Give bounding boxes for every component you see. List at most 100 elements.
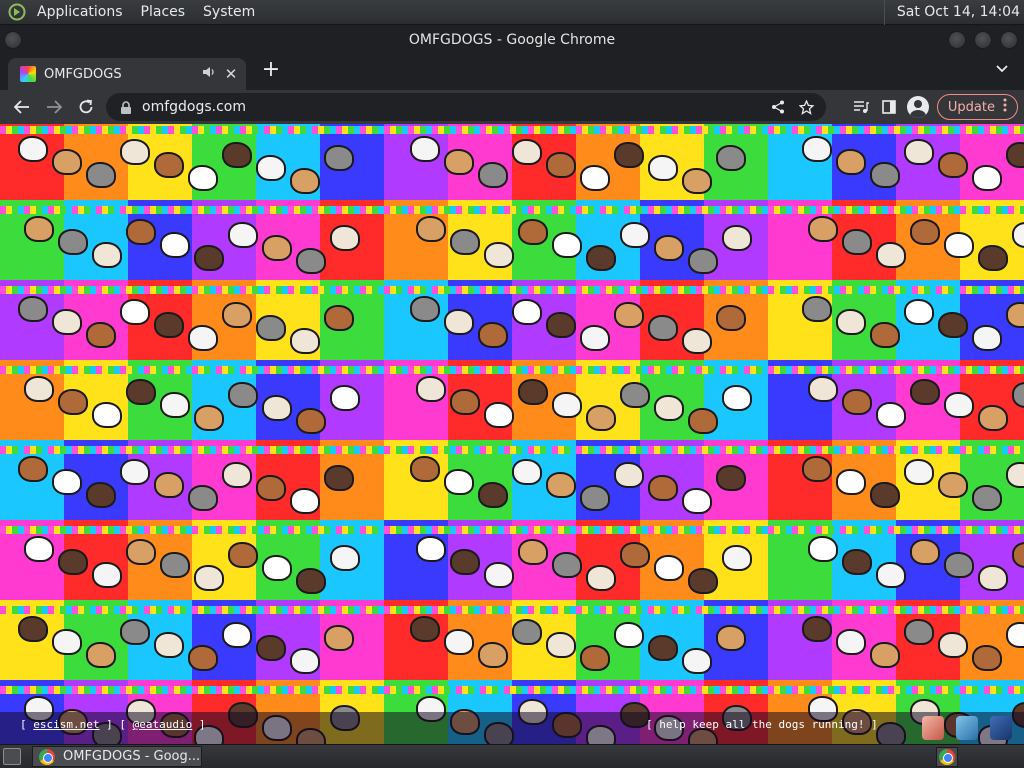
pixel-dog	[518, 219, 548, 245]
pixel-dog	[262, 555, 292, 581]
pixel-dog	[722, 545, 752, 571]
maximize-button[interactable]	[974, 31, 992, 49]
pixel-dog	[478, 322, 508, 348]
pixel-dog	[290, 488, 320, 514]
pixel-dog	[648, 635, 678, 661]
pixel-dog	[58, 229, 88, 255]
update-button[interactable]: Update	[936, 94, 1018, 120]
more-menu-icon[interactable]	[1003, 98, 1007, 116]
show-desktop-icon[interactable]	[3, 748, 21, 765]
bookmark-star-icon[interactable]	[792, 93, 820, 121]
pixel-dog	[154, 152, 184, 178]
pixel-dog	[904, 139, 934, 165]
pixel-dog	[228, 222, 258, 248]
pixel-dog	[290, 648, 320, 674]
pixel-dog	[688, 568, 718, 594]
menu-places[interactable]: Places	[132, 0, 195, 25]
close-tab-icon[interactable]: ✕	[220, 65, 242, 83]
pixel-dog	[836, 469, 866, 495]
pixel-dog	[842, 389, 872, 415]
profile-avatar-icon[interactable]	[906, 96, 929, 118]
lock-icon[interactable]	[120, 100, 134, 114]
pixel-dog	[938, 152, 968, 178]
pixel-dog	[256, 155, 286, 181]
forward-button[interactable]	[40, 93, 68, 121]
pixel-dog	[586, 245, 616, 271]
pixel-dog	[876, 242, 906, 268]
pixel-dog	[324, 145, 354, 171]
distro-logo-icon[interactable]	[6, 1, 28, 23]
pixel-dog	[222, 462, 252, 488]
dogs-text-band	[0, 206, 1024, 214]
dogs-text-band	[0, 286, 1024, 294]
reload-button[interactable]	[72, 93, 100, 121]
pixel-dog	[716, 305, 746, 331]
pixel-dog	[580, 325, 610, 351]
taskbar-chrome-window[interactable]: OMFGDOGS - Goog...	[32, 746, 202, 767]
url-text[interactable]: omfgdogs.com	[142, 99, 246, 115]
pixel-dog	[648, 155, 678, 181]
pixel-dog	[160, 392, 190, 418]
pixel-dog	[944, 392, 974, 418]
pixel-dog	[716, 145, 746, 171]
menu-applications[interactable]: Applications	[28, 0, 132, 25]
pixel-dog	[92, 242, 122, 268]
menu-system[interactable]: System	[194, 0, 264, 25]
new-tab-button[interactable]: +	[258, 58, 284, 84]
tray-chrome-icon[interactable]	[936, 747, 958, 767]
escism-link[interactable]: escism.net	[33, 718, 99, 731]
rabbit-icon[interactable]	[922, 716, 944, 740]
speaker-icon[interactable]	[202, 66, 220, 82]
pixel-dog	[256, 475, 286, 501]
pixel-dog	[256, 635, 286, 661]
side-panel-icon[interactable]	[875, 93, 903, 121]
close-window-button[interactable]	[1000, 31, 1018, 49]
pixel-dog	[1006, 142, 1024, 168]
pixel-dog	[126, 219, 156, 245]
bottom-taskbar: OMFGDOGS - Goog...	[0, 744, 1024, 768]
pixel-dog	[586, 565, 616, 591]
pixel-dog	[802, 136, 832, 162]
tab-search-chevron-icon[interactable]	[992, 62, 1012, 82]
mermaid-icon[interactable]	[956, 716, 978, 740]
address-bar[interactable]: omfgdogs.com	[106, 93, 826, 121]
pixel-dog	[654, 555, 684, 581]
pixel-dog	[688, 248, 718, 274]
window-titlebar[interactable]: OMFGDOGS - Google Chrome	[0, 26, 1024, 54]
pixel-dog	[484, 242, 514, 268]
pixel-dog	[478, 642, 508, 668]
tab-omfgdogs[interactable]: OMFGDOGS ✕	[8, 58, 246, 90]
media-controls-icon[interactable]	[847, 93, 875, 121]
help-dogs-link[interactable]: [ help keep all the dogs running! ]	[646, 718, 878, 731]
panel-clock[interactable]: Sat Oct 14, 14:04	[883, 0, 1024, 25]
back-button[interactable]	[8, 93, 36, 121]
tab-strip: OMFGDOGS ✕ +	[0, 54, 1024, 90]
footer-links: [ escism.net ] [ @eataudio ]	[20, 718, 205, 731]
top-panel: Applications Places System Sat Oct 14, 1…	[0, 0, 1024, 25]
pixel-dog	[614, 142, 644, 168]
pixel-dog	[614, 302, 644, 328]
pixel-dog	[324, 625, 354, 651]
pixel-dog	[552, 232, 582, 258]
pixel-dog	[1006, 462, 1024, 488]
pixel-dog	[296, 568, 326, 594]
page-content[interactable]: [ escism.net ] [ @eataudio ] [ help keep…	[0, 124, 1024, 744]
dogs-text-band	[0, 446, 1024, 454]
bird-icon[interactable]	[990, 716, 1012, 740]
pixel-dog	[228, 542, 258, 568]
eataudio-link[interactable]: @eataudio	[133, 718, 193, 731]
pixel-dog	[648, 475, 678, 501]
pixel-dog	[842, 549, 872, 575]
minimize-button[interactable]	[948, 31, 966, 49]
dogs-text-band	[0, 526, 1024, 534]
pixel-dog	[154, 632, 184, 658]
pixel-dog	[808, 536, 838, 562]
pixel-dog	[24, 536, 54, 562]
pixel-dog	[416, 376, 446, 402]
pixel-dog	[978, 245, 1008, 271]
pixel-dog	[478, 162, 508, 188]
pixel-dog	[836, 629, 866, 655]
pixel-dog	[92, 562, 122, 588]
share-icon[interactable]	[764, 93, 792, 121]
chrome-icon	[39, 748, 55, 765]
